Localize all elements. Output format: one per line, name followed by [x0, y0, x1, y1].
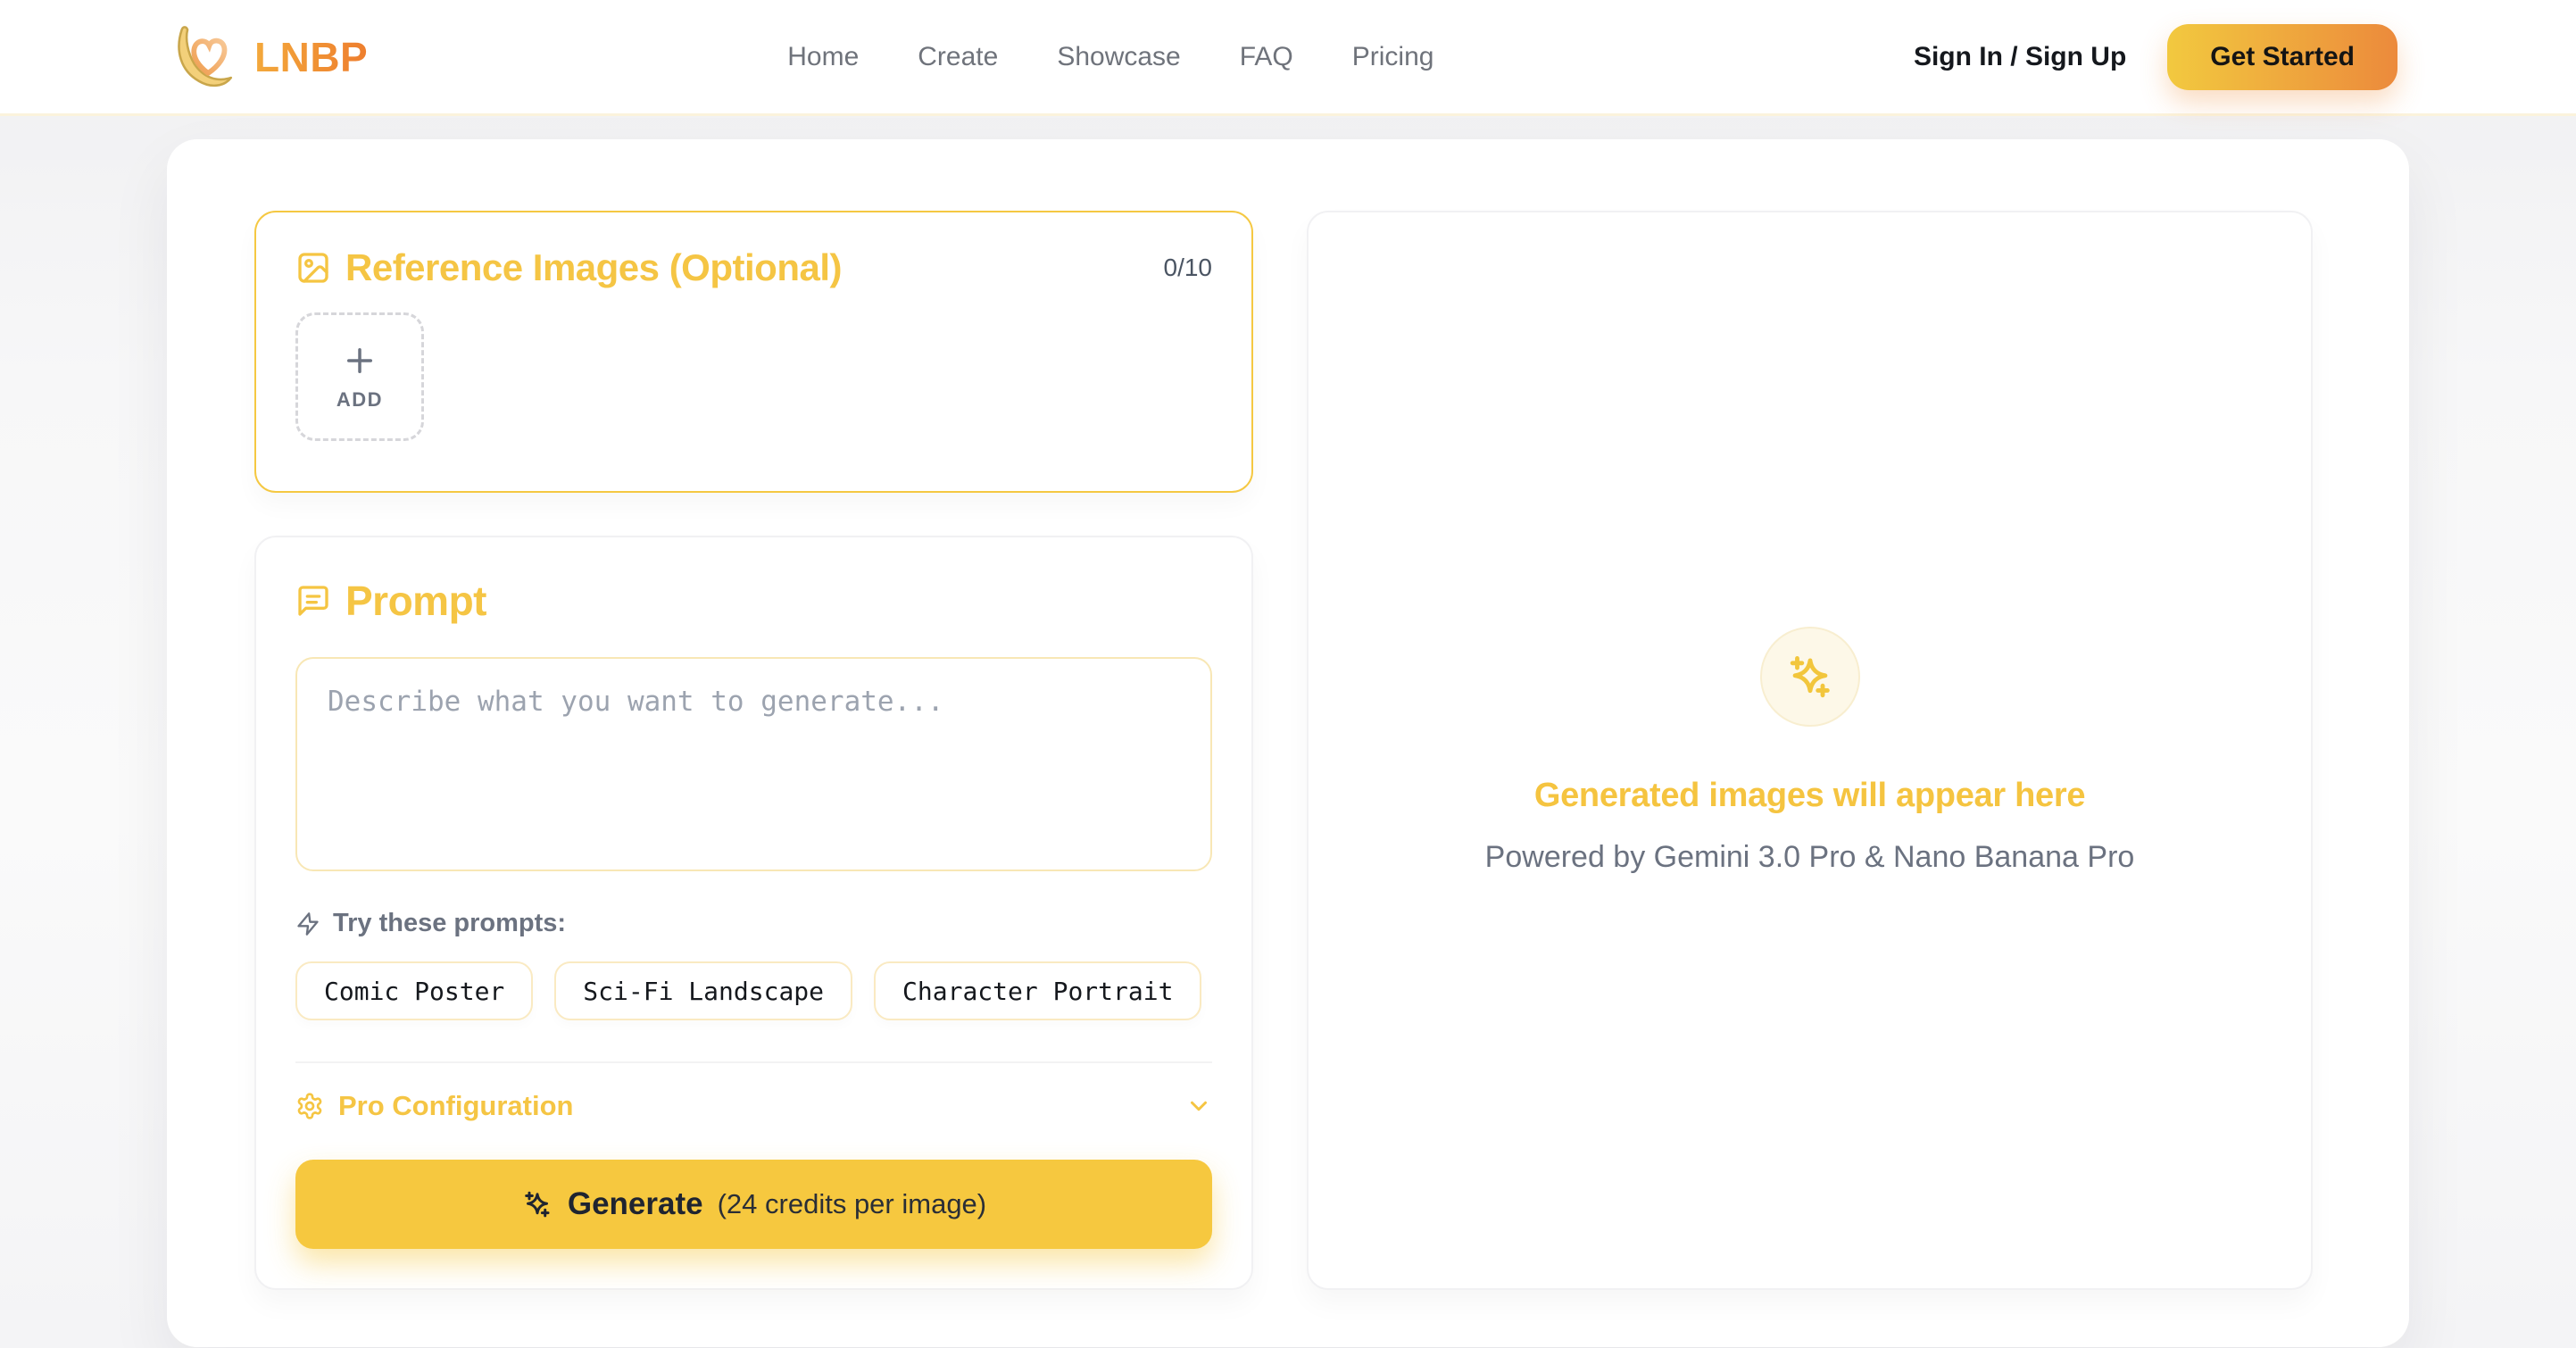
left-column: Reference Images (Optional) 0/10 ADD: [254, 211, 1253, 1290]
reference-images-header: Reference Images (Optional) 0/10: [295, 246, 1212, 289]
nav-item-home[interactable]: Home: [787, 42, 859, 72]
reference-images-counter: 0/10: [1164, 254, 1213, 282]
prompt-textarea[interactable]: [295, 657, 1212, 871]
divider: [295, 1061, 1212, 1063]
sign-in-link[interactable]: Sign In / Sign Up: [1914, 42, 2126, 72]
nav-item-faq[interactable]: FAQ: [1240, 42, 1293, 72]
main-nav: Home Create Showcase FAQ Pricing: [787, 42, 1433, 72]
get-started-button[interactable]: Get Started: [2167, 24, 2397, 90]
banana-heart-logo-icon: [167, 21, 240, 94]
brand-name: LNBP: [254, 33, 368, 81]
chat-bubble-icon: [295, 583, 331, 619]
plus-icon: [341, 342, 378, 379]
preview-panel: Generated images will appear here Powere…: [1307, 211, 2313, 1290]
prompt-chip-comic-poster[interactable]: Comic Poster: [295, 961, 533, 1020]
generate-cost: (24 credits per image): [718, 1188, 987, 1220]
nav-item-showcase[interactable]: Showcase: [1057, 42, 1180, 72]
prompt-card: Prompt Try these prompts: Comic Poster S…: [254, 536, 1253, 1290]
lightning-icon: [295, 911, 320, 936]
pro-configuration-toggle[interactable]: Pro Configuration: [295, 1090, 1212, 1122]
generate-label: Generate: [568, 1186, 703, 1222]
pro-configuration-label: Pro Configuration: [338, 1090, 573, 1122]
nav-item-create[interactable]: Create: [918, 42, 998, 72]
add-reference-image-button[interactable]: ADD: [295, 312, 424, 441]
reference-images-card: Reference Images (Optional) 0/10 ADD: [254, 211, 1253, 493]
reference-images-title: Reference Images (Optional): [345, 246, 842, 289]
sparkles-icon: [521, 1188, 553, 1220]
create-page: Reference Images (Optional) 0/10 ADD: [0, 116, 2576, 1347]
header-actions: Sign In / Sign Up Get Started: [1914, 24, 2397, 90]
image-icon: [295, 250, 331, 286]
preview-empty-state-badge: [1760, 627, 1860, 727]
sparkles-icon: [1784, 651, 1836, 703]
top-nav-bar: LNBP Home Create Showcase FAQ Pricing Si…: [0, 0, 2576, 116]
create-panel-container: Reference Images (Optional) 0/10 ADD: [167, 139, 2409, 1347]
try-prompts-row: Try these prompts:: [295, 909, 1212, 938]
add-label: ADD: [337, 388, 383, 412]
prompt-header: Prompt: [295, 577, 1212, 625]
prompt-chip-character-portrait[interactable]: Character Portrait: [874, 961, 1201, 1020]
nav-item-pricing[interactable]: Pricing: [1352, 42, 1434, 72]
prompt-title: Prompt: [345, 577, 486, 625]
brand[interactable]: LNBP: [167, 21, 368, 94]
gear-icon: [295, 1092, 324, 1120]
prompt-chip-scifi-landscape[interactable]: Sci-Fi Landscape: [554, 961, 852, 1020]
preview-title: Generated images will appear here: [1534, 777, 2085, 815]
chevron-down-icon: [1185, 1093, 1212, 1119]
generate-button[interactable]: Generate (24 credits per image): [295, 1160, 1212, 1249]
preview-subtitle: Powered by Gemini 3.0 Pro & Nano Banana …: [1485, 840, 2135, 875]
try-prompts-label: Try these prompts:: [333, 909, 566, 938]
prompt-chips: Comic Poster Sci-Fi Landscape Character …: [295, 961, 1212, 1020]
